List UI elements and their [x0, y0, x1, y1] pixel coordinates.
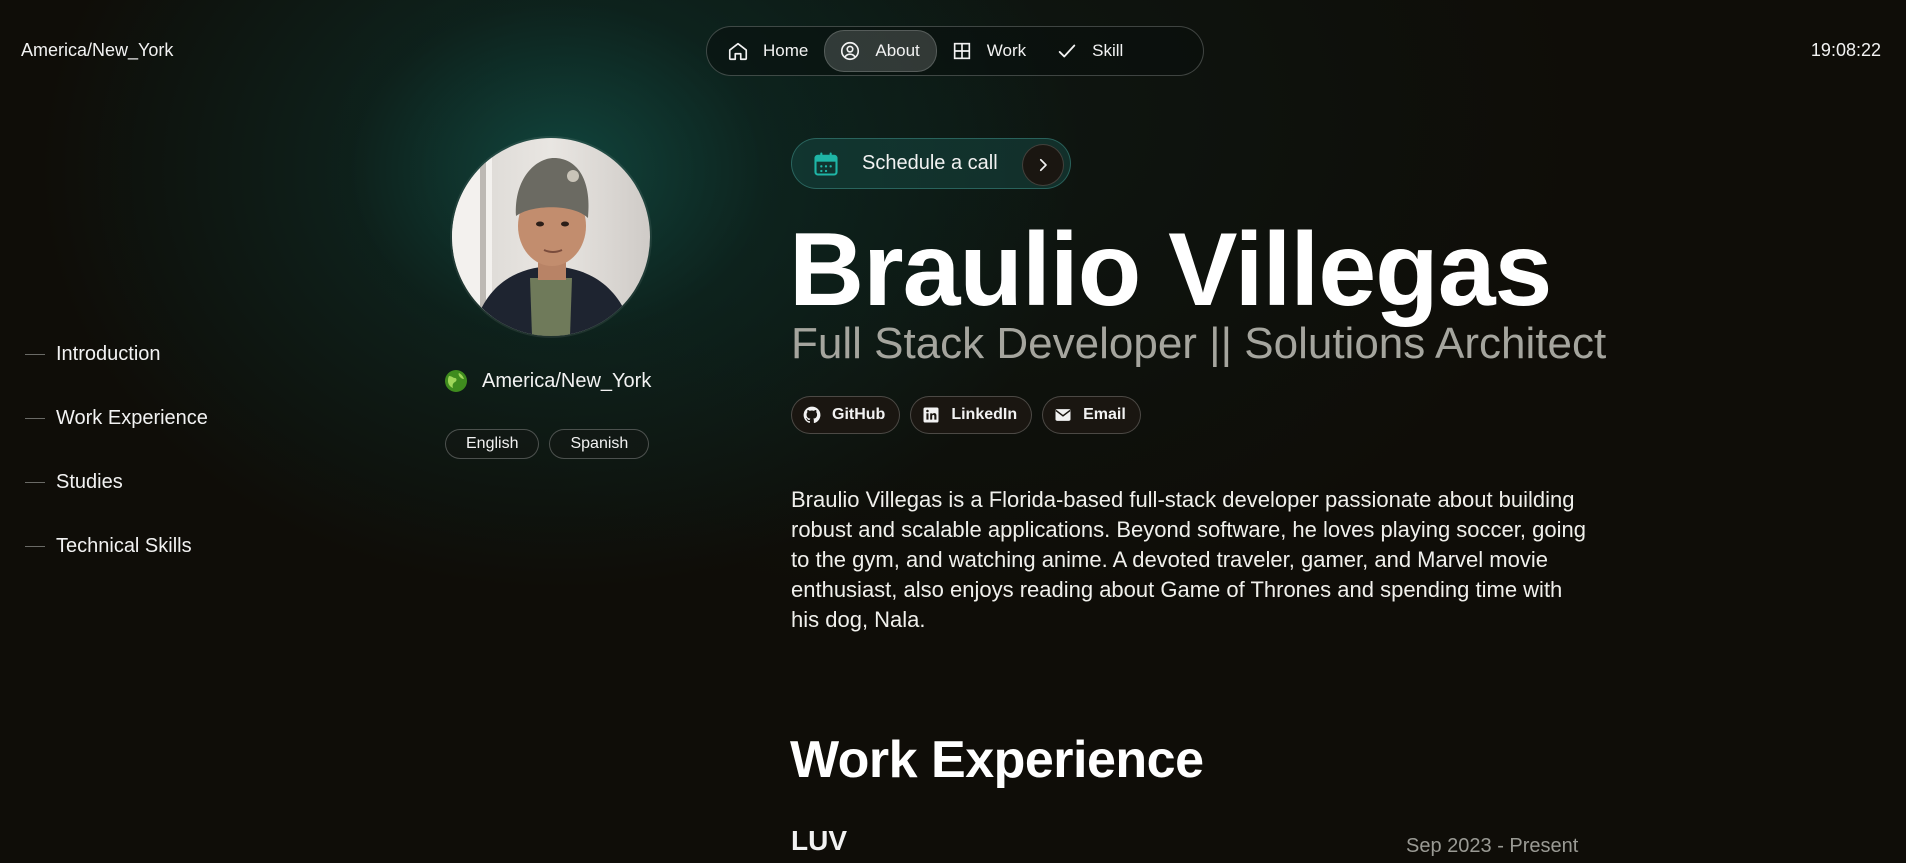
work-experience-heading: Work Experience: [790, 731, 1204, 789]
schedule-call-label: Schedule a call: [862, 152, 998, 174]
language-chip-spanish: Spanish: [549, 429, 650, 459]
sidebar-item-label: Studies: [56, 470, 123, 493]
profile-location-label: America/New_York: [482, 369, 652, 392]
github-label: GitHub: [832, 406, 886, 423]
check-icon: [1058, 44, 1076, 58]
github-icon: [803, 406, 821, 424]
sidebar-item-work-experience[interactable]: Work Experience: [25, 386, 208, 450]
header-timezone: America/New_York: [21, 40, 174, 60]
nav-work-label: Work: [986, 41, 1027, 60]
sidebar-dash: [25, 353, 45, 355]
email-button[interactable]: Email: [1042, 396, 1141, 434]
nav-skill[interactable]: Skill: [1042, 31, 1139, 71]
nav-home[interactable]: Home: [713, 31, 824, 71]
schedule-call-button[interactable]: Schedule a call: [791, 138, 1071, 189]
sidebar-dash: [25, 417, 45, 419]
sidebar-dash: [25, 481, 45, 483]
language-chip-english: English: [445, 429, 540, 459]
linkedin-label: LinkedIn: [951, 406, 1018, 423]
email-label: Email: [1083, 406, 1126, 423]
hero-role: Full Stack Developer || Solutions Archit…: [791, 319, 1607, 368]
hero-name: Braulio Villegas: [789, 212, 1552, 328]
sidebar-dash: [25, 545, 45, 547]
linkedin-button[interactable]: LinkedIn: [910, 396, 1033, 434]
sidebar-item-introduction[interactable]: Introduction: [25, 322, 208, 386]
language-tags: English Spanish: [445, 429, 650, 459]
home-icon: [728, 42, 748, 61]
work-entry-period: Sep 2023 - Present: [1406, 835, 1579, 857]
globe-icon: [445, 370, 467, 392]
schedule-arrow[interactable]: [1022, 144, 1064, 186]
chevron-right-icon: [1039, 158, 1047, 172]
sidebar-nav: Introduction Work Experience Studies Tec…: [25, 322, 208, 578]
mail-icon: [1055, 409, 1071, 421]
linkedin-icon: [923, 407, 939, 423]
top-nav: Home About Work Skill: [706, 26, 1204, 76]
bio-paragraph: Braulio Villegas is a Florida-based full…: [791, 487, 1586, 632]
nav-about-label: About: [875, 41, 920, 60]
header-clock: 19:08:22: [1810, 40, 1881, 60]
sidebar-item-label: Work Experience: [56, 406, 208, 429]
avatar: [452, 138, 650, 336]
work-entry-company: LUV: [791, 825, 847, 856]
nav-work[interactable]: Work: [937, 31, 1042, 71]
calendar-icon: [814, 151, 838, 176]
avatar-photo: [452, 138, 650, 336]
sidebar-item-studies[interactable]: Studies: [25, 450, 208, 514]
grid-icon: [953, 42, 970, 60]
page: America/New_York Home About Work Skill 1…: [0, 0, 1906, 863]
sidebar-item-label: Introduction: [56, 342, 161, 365]
user-circle-icon: [841, 41, 860, 61]
github-button[interactable]: GitHub: [791, 396, 901, 434]
nav-skill-label: Skill: [1092, 41, 1124, 60]
profile-location: America/New_York: [444, 369, 651, 393]
nav-home-label: Home: [763, 41, 809, 60]
nav-about[interactable]: About: [824, 30, 937, 72]
sidebar-item-label: Technical Skills: [56, 534, 192, 557]
sidebar-item-technical-skills[interactable]: Technical Skills: [25, 514, 208, 578]
social-links: GitHub LinkedIn Email: [791, 396, 1141, 434]
